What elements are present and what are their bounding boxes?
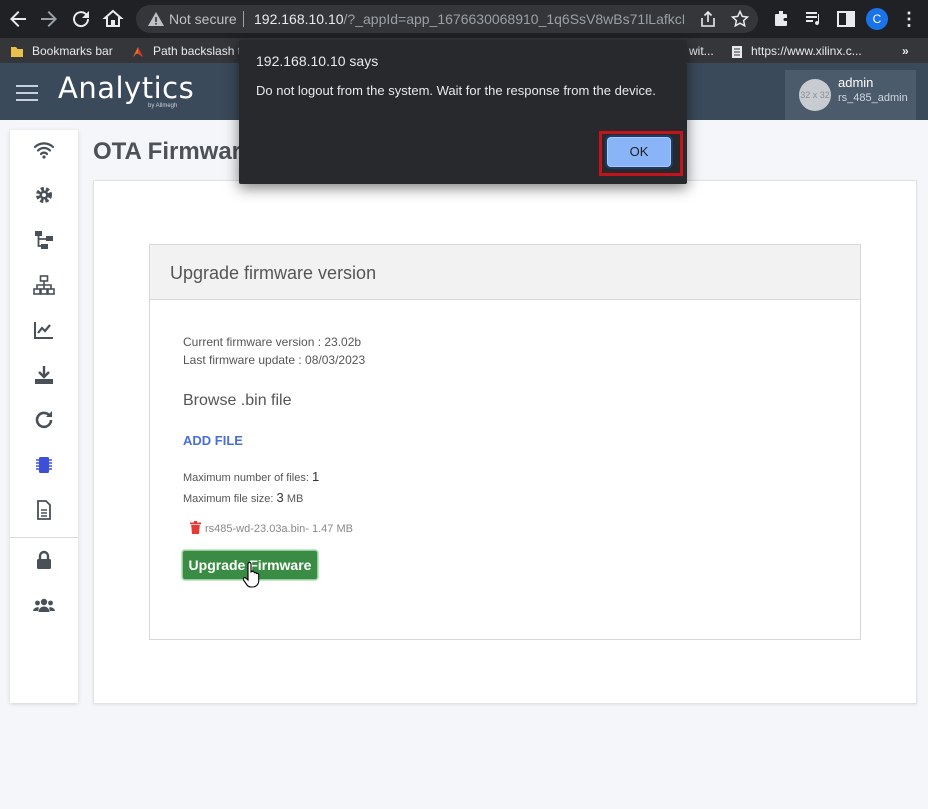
menu-icon[interactable] <box>16 85 38 101</box>
home-icon[interactable] <box>101 7 125 31</box>
folder-icon <box>11 46 23 57</box>
page-icon <box>732 45 742 58</box>
hand-cursor-icon <box>243 562 260 588</box>
max-files-value: 1 <box>312 469 320 484</box>
network-tree-icon[interactable] <box>32 228 56 252</box>
dialog-title: 192.168.10.10 says <box>256 53 379 69</box>
not-secure-label: Not secure <box>169 11 237 27</box>
browse-label: Browse .bin file <box>183 392 292 409</box>
card-title: Upgrade firmware version <box>170 263 377 283</box>
max-size-unit: MB <box>286 493 304 505</box>
back-arrow-icon[interactable] <box>6 7 30 31</box>
max-size-label: Maximum file size: <box>183 493 274 505</box>
url-path: /?_appId=app_1676630068910_1q6SsV8wBs71l… <box>343 11 684 27</box>
bookmark-label: Bookmarks bar <box>32 44 113 58</box>
chart-line-icon[interactable] <box>32 318 56 342</box>
media-queue-icon[interactable] <box>803 8 825 30</box>
current-firmware-version: Current firmware version : 23.02b <box>183 335 362 349</box>
reload-icon[interactable] <box>69 7 93 31</box>
users-icon[interactable] <box>32 593 56 617</box>
refresh-icon[interactable] <box>32 408 56 432</box>
lock-icon[interactable] <box>32 548 56 572</box>
max-size-line: Maximum file size: 3 MB <box>183 490 303 505</box>
user-name: admin <box>838 75 874 90</box>
more-menu-icon[interactable]: ⋮ <box>900 8 918 30</box>
max-files-label: Maximum number of files: <box>183 472 309 484</box>
extensions-icon[interactable] <box>771 8 793 30</box>
omnibox-separator <box>243 11 244 27</box>
url-host: 192.168.10.10 <box>254 11 344 27</box>
file-name: rs485-wd-23.03a.bin- 1.47 MB <box>205 523 353 535</box>
user-role: rs_485_admin <box>838 92 908 104</box>
address-bar[interactable]: Not secure 192.168.10.10/?_appId=app_167… <box>136 5 758 33</box>
sidebar <box>10 130 78 703</box>
gear-icon[interactable] <box>32 183 56 207</box>
dialog-message: Do not logout from the system. Wait for … <box>256 83 656 98</box>
bookmark-label: https://www.xilinx.c... <box>751 44 862 58</box>
bookmark-item[interactable]: wit... <box>689 42 714 60</box>
max-size-value: 3 <box>276 490 284 505</box>
profile-avatar[interactable]: C <box>866 8 888 30</box>
wifi-icon[interactable] <box>32 138 56 162</box>
ok-button[interactable]: OK <box>607 137 671 167</box>
logo-subtitle: by Allmegh <box>148 103 178 109</box>
bookmark-item[interactable]: Bookmarks bar <box>10 42 113 60</box>
bookmarks-overflow-icon[interactable]: » <box>902 42 909 60</box>
warning-icon[interactable] <box>146 9 166 29</box>
document-icon[interactable] <box>32 498 56 522</box>
star-icon[interactable] <box>730 9 750 29</box>
user-menu[interactable]: 32 x 32 admin rs_485_admin <box>785 70 916 120</box>
uploaded-file: rs485-wd-23.03a.bin- 1.47 MB <box>190 521 353 535</box>
avatar: 32 x 32 <box>799 79 831 111</box>
max-files-line: Maximum number of files: 1 <box>183 469 319 484</box>
alert-dialog: 192.168.10.10 says Do not logout from th… <box>239 40 687 184</box>
side-panel-icon[interactable] <box>835 8 857 30</box>
add-file-button[interactable]: ADD FILE <box>183 433 243 448</box>
bookmark-item[interactable]: Path backslash t <box>131 42 241 60</box>
bookmark-favicon <box>133 46 143 57</box>
chip-icon[interactable] <box>32 453 56 477</box>
card-header: Upgrade firmware version <box>150 245 860 300</box>
url-text[interactable]: 192.168.10.10/?_appId=app_1676630068910_… <box>254 11 684 27</box>
download-icon[interactable] <box>32 363 56 387</box>
bookmark-label: wit... <box>689 44 714 58</box>
bookmark-label: Path backslash t <box>153 44 242 58</box>
bookmark-item[interactable]: https://www.xilinx.c... <box>731 42 862 60</box>
page-title: OTA Firmware <box>93 138 255 165</box>
sidebar-divider <box>10 537 78 538</box>
browser-toolbar: Not secure 192.168.10.10/?_appId=app_167… <box>0 0 928 38</box>
share-icon[interactable] <box>698 9 718 29</box>
forward-arrow-icon[interactable] <box>37 7 61 31</box>
app-logo: Analytics <box>58 71 195 105</box>
trash-icon[interactable] <box>190 521 201 534</box>
last-firmware-update: Last firmware update : 08/03/2023 <box>183 353 366 367</box>
sitemap-icon[interactable] <box>32 273 56 297</box>
